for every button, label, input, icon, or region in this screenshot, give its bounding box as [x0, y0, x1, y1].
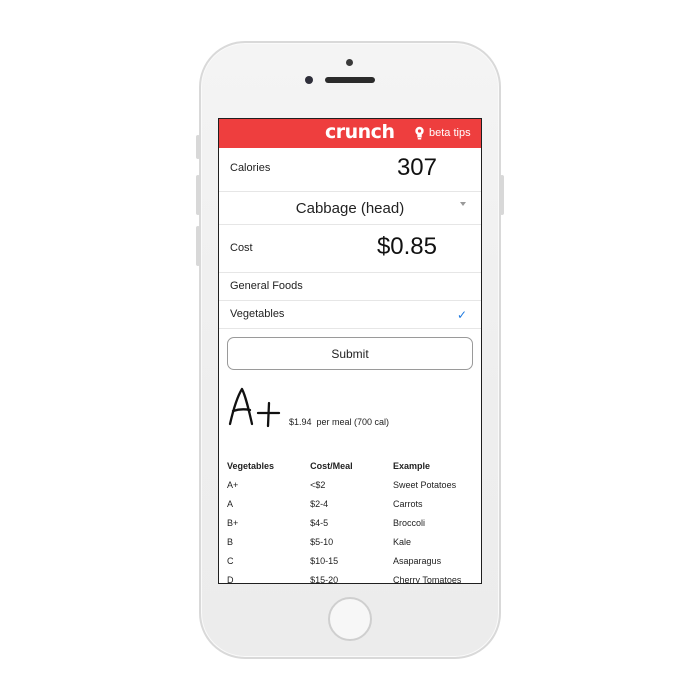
- example-cell: Broccoli: [393, 517, 426, 528]
- calories-label: Calories: [230, 162, 271, 174]
- chevron-down-icon: [460, 202, 466, 206]
- submit-button[interactable]: Submit: [227, 337, 473, 370]
- example-cell: Carrots: [393, 498, 423, 509]
- checkmark-icon: ✓: [456, 308, 467, 322]
- app-screen: crunch beta tips Calories 307 Cabbage (h…: [218, 118, 482, 584]
- category-option-vegetables[interactable]: Vegetables ✓: [219, 301, 481, 329]
- table-row: A+ <$2 Sweet Potatoes: [227, 475, 481, 494]
- table-row: C $10-15 Asaparagus: [227, 551, 481, 570]
- grade-table: Vegetables Cost/Meal Example A+ <$2 Swee…: [227, 456, 481, 584]
- cost-cell: $15-20: [310, 574, 339, 584]
- category-label: Vegetables: [230, 308, 285, 320]
- grade-cell: B: [227, 536, 234, 547]
- volume-up-button: [196, 175, 200, 215]
- cost-row[interactable]: Cost $0.85: [219, 225, 481, 273]
- grade-cell: C: [227, 555, 234, 566]
- cost-value[interactable]: $0.85: [377, 233, 437, 261]
- app-header: crunch beta tips: [219, 119, 481, 148]
- grade-cell: A+: [227, 479, 239, 490]
- grade-handwritten: [228, 387, 281, 428]
- table-row: B+ $4-5 Broccoli: [227, 513, 481, 532]
- beta-tips-link[interactable]: beta tips: [414, 126, 471, 140]
- table-row: A $2-4 Carrots: [227, 494, 481, 513]
- food-select[interactable]: Cabbage (head): [219, 192, 481, 225]
- food-select-value: Cabbage (head): [295, 200, 405, 217]
- cost-cell: $10-15: [310, 555, 339, 566]
- category-label: General Foods: [230, 280, 303, 292]
- front-camera: [346, 59, 353, 66]
- column-header: Vegetables: [227, 460, 275, 471]
- home-button[interactable]: [328, 597, 372, 641]
- example-cell: Cherry Tomatoes: [393, 574, 462, 584]
- cost-label: Cost: [230, 242, 253, 254]
- table-row: D $15-20 Cherry Tomatoes: [227, 570, 481, 584]
- example-cell: Asaparagus: [393, 555, 442, 566]
- example-cell: Kale: [393, 536, 412, 547]
- power-button: [500, 175, 504, 215]
- cost-cell: <$2: [310, 479, 326, 490]
- category-option-general-foods[interactable]: General Foods: [219, 273, 481, 301]
- mute-switch: [196, 135, 200, 159]
- calories-value[interactable]: 307: [397, 154, 437, 182]
- earpiece-speaker: [325, 77, 375, 83]
- column-header: Cost/Meal: [310, 460, 353, 471]
- proximity-sensor: [305, 76, 313, 84]
- meal-cost-summary: $1.94 per meal (700 cal): [289, 417, 390, 427]
- column-header: Example: [393, 460, 431, 471]
- calories-row[interactable]: Calories 307: [219, 148, 481, 192]
- example-cell: Sweet Potatoes: [393, 479, 457, 490]
- table-header-row: Vegetables Cost/Meal Example: [227, 456, 481, 475]
- beta-tips-label: beta tips: [429, 127, 471, 139]
- grade-cell: B+: [227, 517, 239, 528]
- grade-cell: A: [227, 498, 234, 509]
- lightbulb-icon: [415, 126, 424, 140]
- cost-cell: $5-10: [310, 536, 334, 547]
- cost-cell: $2-4: [310, 498, 329, 509]
- submit-label: Submit: [331, 346, 369, 361]
- volume-down-button: [196, 226, 200, 266]
- table-row: B $5-10 Kale: [227, 532, 481, 551]
- app-logo[interactable]: crunch: [325, 121, 395, 143]
- grade-cell: D: [227, 574, 234, 584]
- cost-cell: $4-5: [310, 517, 329, 528]
